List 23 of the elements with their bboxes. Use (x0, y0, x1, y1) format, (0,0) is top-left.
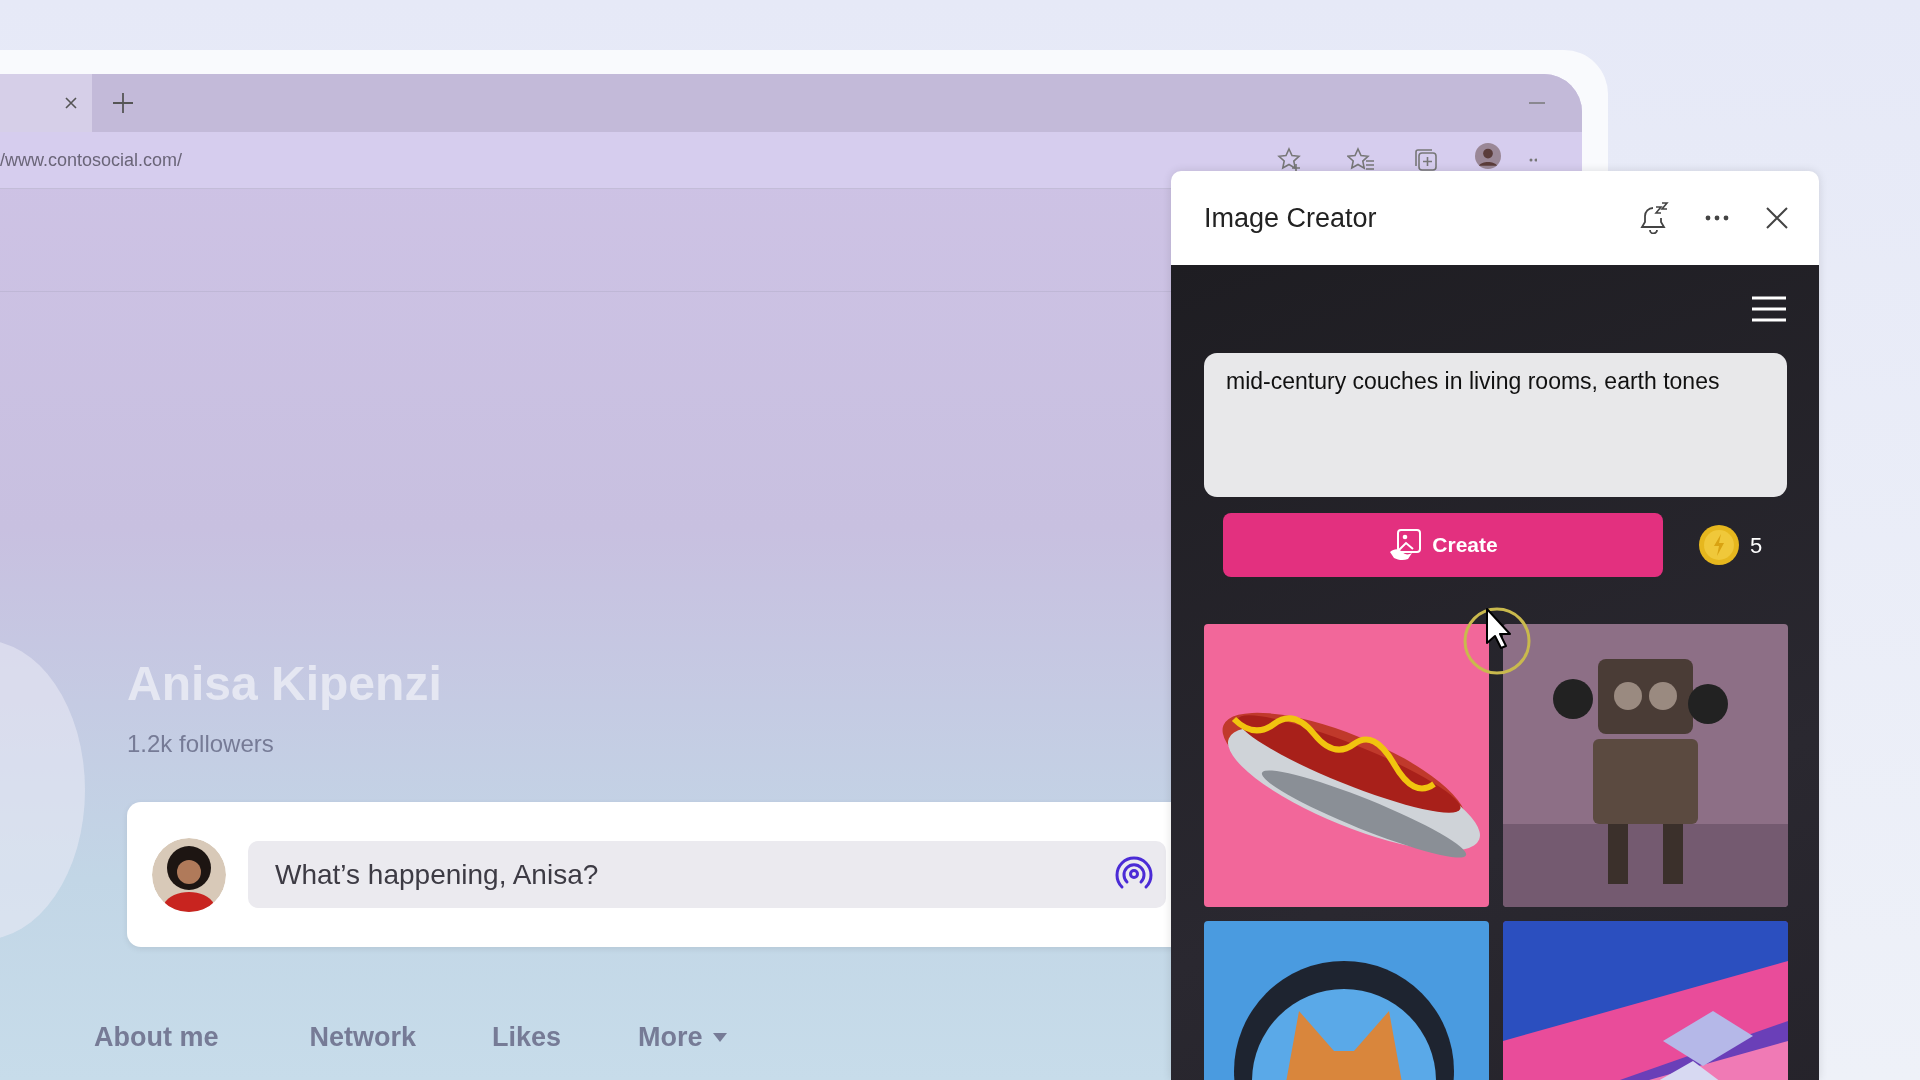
prompt-input-field[interactable]: mid-century couches in living rooms, earth tones (1204, 353, 1787, 497)
create-button[interactable]: Create (1223, 513, 1663, 577)
image-hand-icon (1388, 528, 1423, 562)
menu-icon[interactable] (1751, 296, 1787, 322)
profile-tab[interactable]: About me (94, 1017, 219, 1058)
favorites-icon[interactable] (1347, 147, 1376, 173)
close-icon[interactable] (64, 96, 78, 110)
profile-tab[interactable]: More (638, 1017, 727, 1058)
close-icon[interactable] (1765, 206, 1789, 230)
more-icon[interactable] (1705, 215, 1729, 221)
boost-count: 5 (1750, 531, 1763, 560)
snooze-bell-icon[interactable] (1639, 202, 1669, 234)
coin-icon (1698, 524, 1740, 566)
profile-tab[interactable]: Network (309, 1017, 417, 1058)
cursor-icon (1462, 606, 1532, 676)
profile-avatar-icon[interactable] (1475, 143, 1502, 169)
collections-icon[interactable] (1413, 147, 1440, 173)
follower-count: 1.2k followers (127, 729, 275, 759)
post-input-field[interactable]: What’s happening, Anisa? (248, 841, 1166, 908)
panel-title: Image Creator (1204, 201, 1378, 235)
profile-tab[interactable]: Likes (492, 1017, 562, 1058)
address-text[interactable]: /www.contosocial.com/ (0, 146, 183, 174)
new-tab-icon[interactable] (112, 92, 134, 114)
